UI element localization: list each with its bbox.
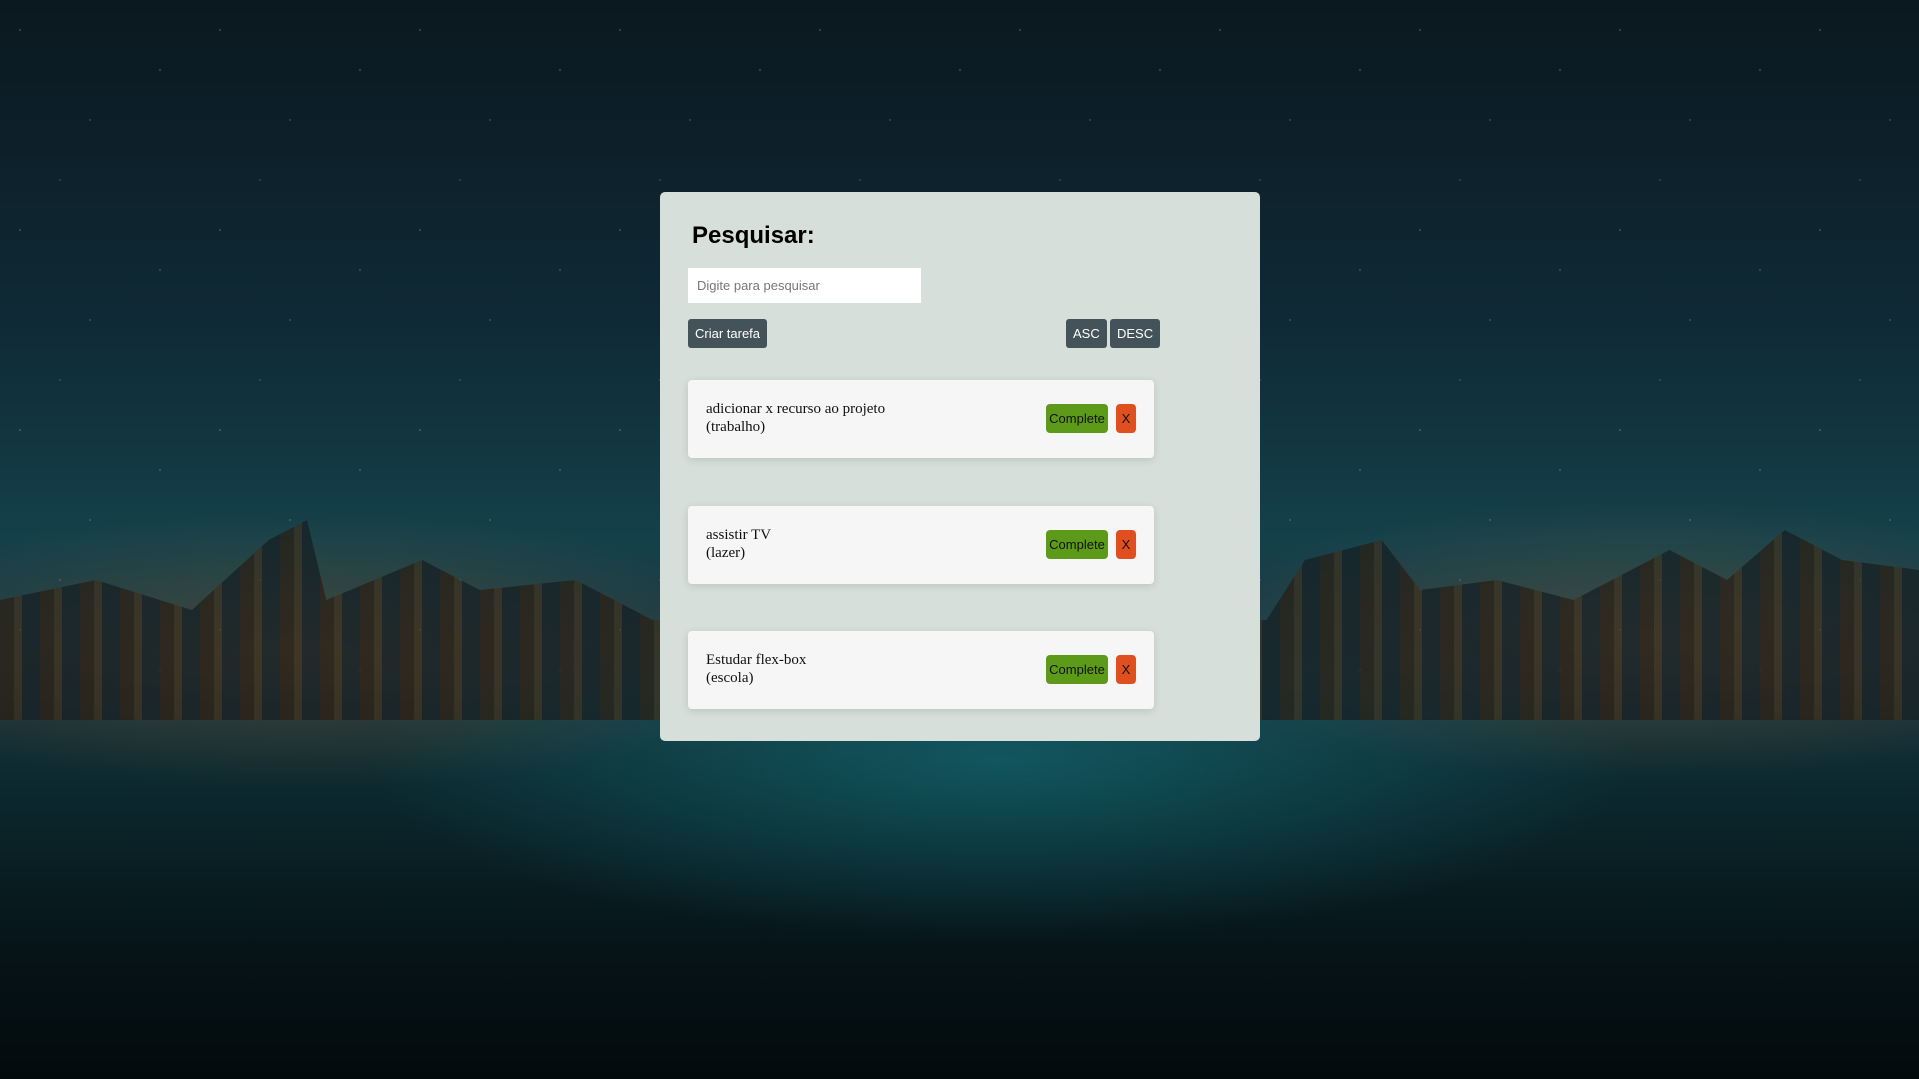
task-card: assistir TV (lazer) Complete X xyxy=(688,506,1154,584)
task-category: (escola) xyxy=(706,670,754,686)
task-category: (trabalho) xyxy=(706,419,766,435)
task-card: Estudar flex-box (escola) Complete X xyxy=(688,631,1154,709)
search-input[interactable] xyxy=(688,268,921,303)
sort-desc-button[interactable]: DESC xyxy=(1110,319,1161,348)
complete-button[interactable]: Complete xyxy=(1046,404,1108,433)
complete-button[interactable]: Complete xyxy=(1046,530,1108,559)
task-name: Estudar flex-box xyxy=(706,652,807,668)
task-name: assistir TV xyxy=(706,527,772,543)
delete-button[interactable]: X xyxy=(1116,404,1136,433)
create-task-button[interactable]: Criar tarefa xyxy=(688,319,768,348)
task-category: (lazer) xyxy=(706,545,746,561)
complete-button[interactable]: Complete xyxy=(1046,655,1108,684)
todo-panel: Pesquisar: Criar tarefa ASC DESC adicion… xyxy=(660,192,1260,741)
sort-asc-button[interactable]: ASC xyxy=(1066,319,1107,348)
delete-button[interactable]: X xyxy=(1116,655,1136,684)
search-title: Pesquisar: xyxy=(692,222,815,249)
task-card: adicionar x recurso ao projeto (trabalho… xyxy=(688,380,1154,458)
delete-button[interactable]: X xyxy=(1116,530,1136,559)
task-name: adicionar x recurso ao projeto xyxy=(706,401,886,417)
